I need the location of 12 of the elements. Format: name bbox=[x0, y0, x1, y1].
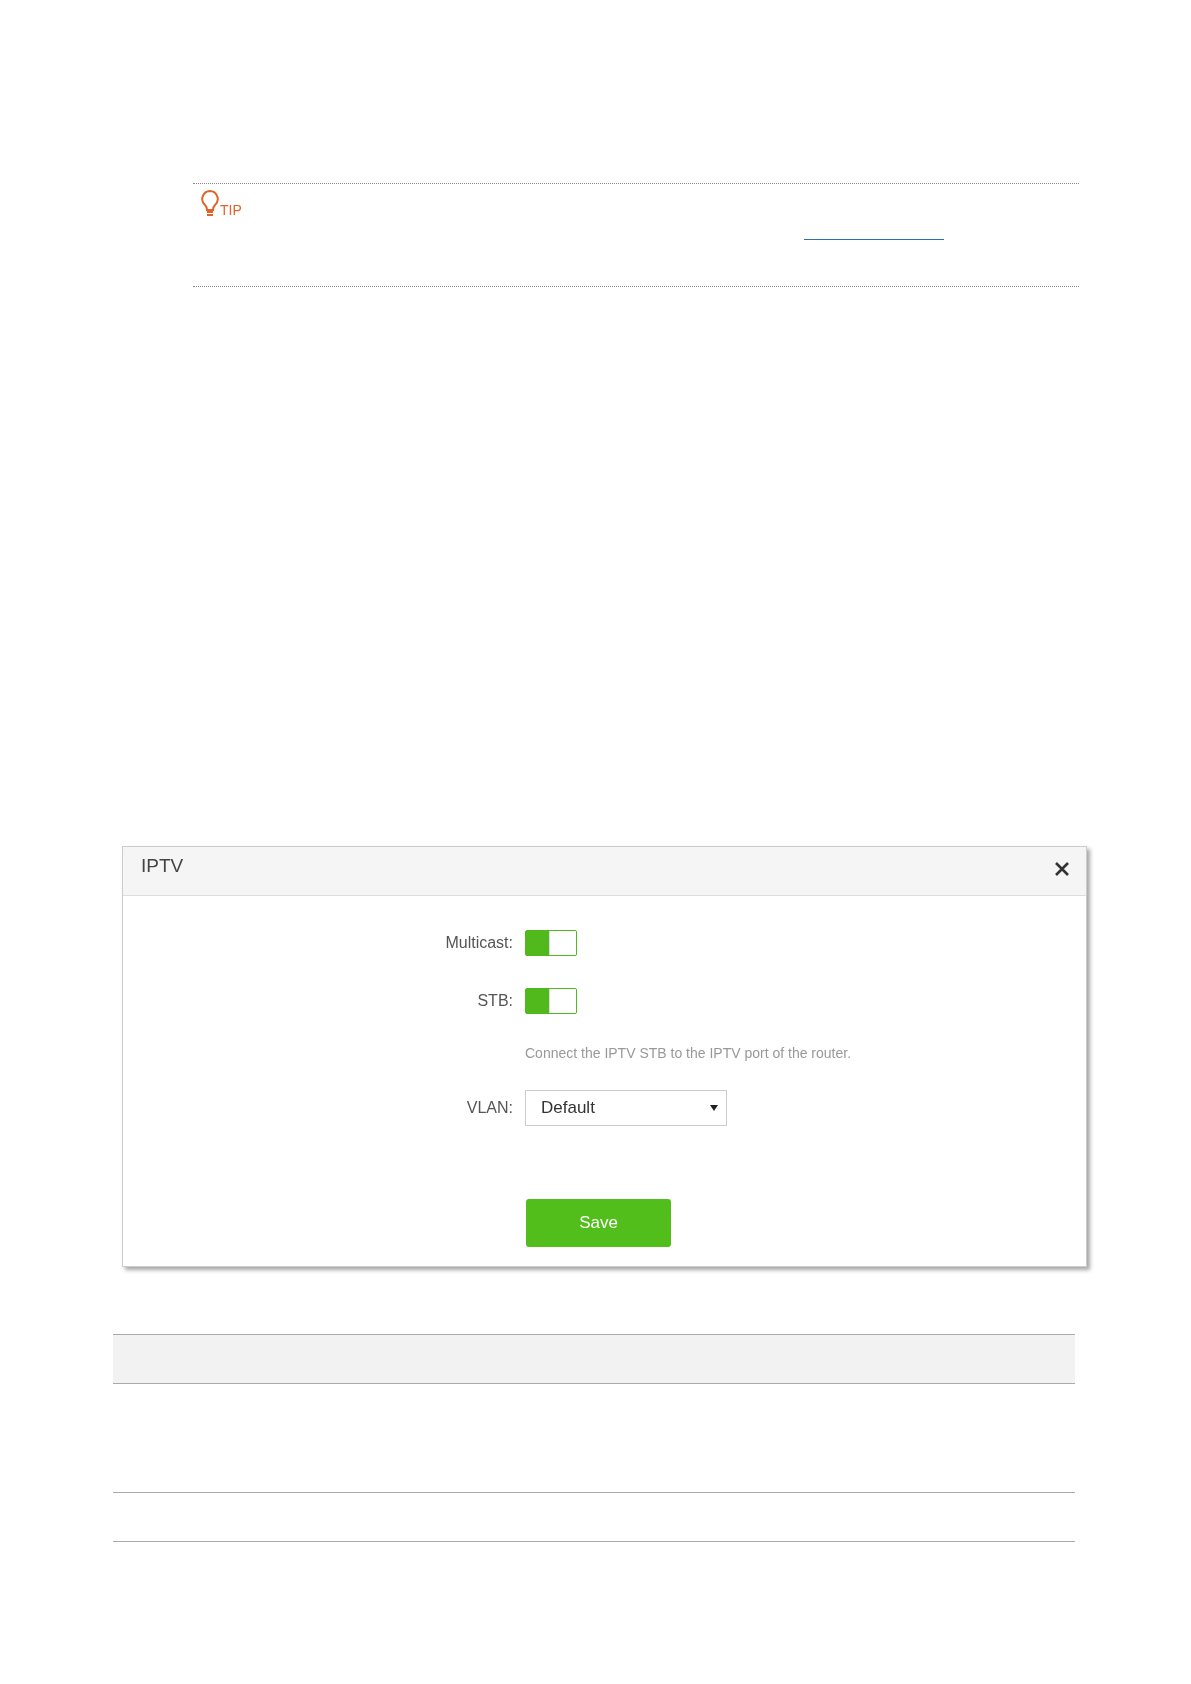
lightbulb-icon bbox=[200, 189, 220, 219]
vlan-dropdown[interactable]: Default bbox=[525, 1090, 727, 1126]
hint-text: Connect the IPTV STB to the IPTV port of the router. bbox=[525, 1045, 852, 1061]
field-label: Multicast: bbox=[444, 934, 514, 952]
tip-label: TIP bbox=[220, 202, 242, 218]
field-label: STB: bbox=[476, 992, 514, 1010]
caret-icon bbox=[710, 1105, 718, 1111]
close-icon[interactable] bbox=[1054, 861, 1070, 877]
toggle-switch[interactable] bbox=[525, 930, 577, 956]
dialog-title: IPTV bbox=[141, 855, 184, 877]
toggle-switch[interactable] bbox=[525, 988, 577, 1014]
field-label: VLAN: bbox=[465, 1099, 514, 1117]
